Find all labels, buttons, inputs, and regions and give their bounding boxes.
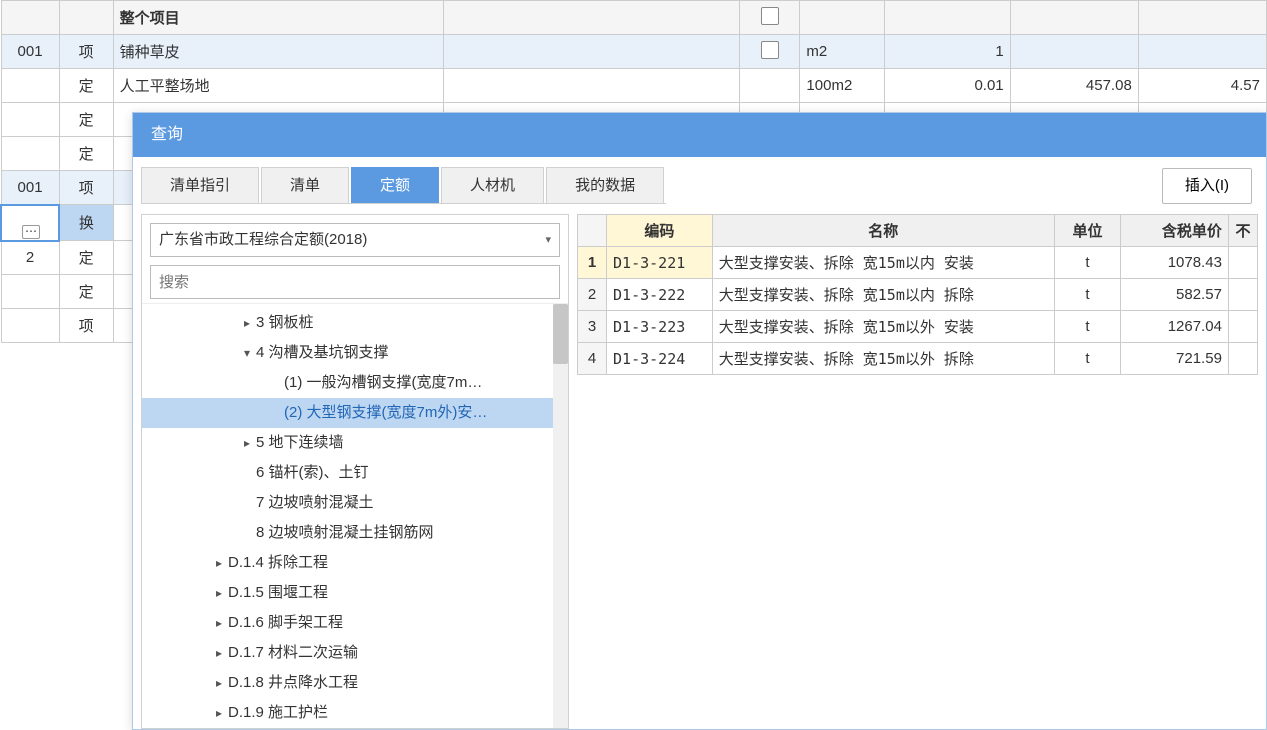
tree-item[interactable]: 6 锚杆(索)、土钉 bbox=[142, 458, 568, 488]
tree-item-label: D.1.6 脚手架工程 bbox=[228, 614, 343, 631]
tab-0[interactable]: 清单指引 bbox=[141, 167, 259, 203]
result-row[interactable]: 4D1-3-224大型支撑安装、拆除 宽15m以外 拆除t721.59 bbox=[578, 343, 1258, 375]
row-type: 定 bbox=[59, 69, 113, 103]
tree-item-label: 4 沟槽及基坑钢支撑 bbox=[256, 344, 389, 361]
result-name: 大型支撑安装、拆除 宽15m以外 安装 bbox=[712, 311, 1054, 343]
query-popup: 查询 清单指引清单定额人材机我的数据 插入(I) 广东省市政工程综合定额(201… bbox=[132, 112, 1267, 730]
section-header-row: 整个项目 bbox=[1, 1, 1267, 35]
tree-item[interactable]: ▸D.1.6 脚手架工程 bbox=[142, 608, 568, 638]
dropdown-value: 广东省市政工程综合定额(2018) bbox=[159, 223, 367, 257]
row-type: 定 bbox=[59, 275, 113, 309]
tree-item[interactable]: ▸D.1.8 井点降水工程 bbox=[142, 668, 568, 698]
row-num-input[interactable] bbox=[8, 206, 52, 223]
tree-item[interactable]: 8 边坡喷射混凝土挂钢筋网 bbox=[142, 518, 568, 548]
tab-1[interactable]: 清单 bbox=[261, 167, 349, 203]
tree-item-label: D.1.5 围堰工程 bbox=[228, 584, 328, 601]
result-row[interactable]: 1D1-3-221大型支撑安装、拆除 宽15m以内 安装t1078.43 bbox=[578, 247, 1258, 279]
tree-item[interactable]: ▸D.1.4 拆除工程 bbox=[142, 548, 568, 578]
chevron-right-icon[interactable]: ▸ bbox=[240, 308, 254, 338]
tree-item[interactable]: ▸3 钢板桩 bbox=[142, 308, 568, 338]
row-type: 项 bbox=[59, 35, 113, 69]
row-name: 人工平整场地 bbox=[113, 69, 443, 103]
chevron-right-icon[interactable]: ▸ bbox=[240, 428, 254, 458]
tree-item-label: D.1.7 材料二次运输 bbox=[228, 644, 358, 661]
row-checkbox[interactable] bbox=[761, 41, 779, 59]
tree-item[interactable]: (2) 大型钢支撑(宽度7m外)安… bbox=[142, 398, 568, 428]
section-title: 整个项目 bbox=[113, 1, 443, 35]
result-row[interactable]: 2D1-3-222大型支撑安装、拆除 宽15m以内 拆除t582.57 bbox=[578, 279, 1258, 311]
search-input[interactable] bbox=[159, 266, 551, 298]
col-price-header[interactable]: 含税单价 bbox=[1121, 215, 1229, 247]
tree-item-label: D.1.9 施工护栏 bbox=[228, 704, 328, 721]
tree-item[interactable]: (1) 一般沟槽钢支撑(宽度7m… bbox=[142, 368, 568, 398]
tab-4[interactable]: 我的数据 bbox=[546, 167, 664, 203]
tree-item[interactable]: ▸D.1.7 材料二次运输 bbox=[142, 638, 568, 668]
chevron-right-icon[interactable]: ▸ bbox=[212, 548, 226, 578]
insert-button[interactable]: 插入(I) bbox=[1162, 168, 1252, 204]
tree-item[interactable]: 7 边坡喷射混凝土 bbox=[142, 488, 568, 518]
tree-item-label: D.1.8 井点降水工程 bbox=[228, 674, 358, 691]
col-unit-header[interactable]: 单位 bbox=[1054, 215, 1120, 247]
result-code: D1-3-223 bbox=[607, 311, 713, 343]
result-code: D1-3-224 bbox=[607, 343, 713, 375]
tree-item[interactable]: ▸5 地下连续墙 bbox=[142, 428, 568, 458]
chevron-right-icon[interactable]: ▸ bbox=[212, 578, 226, 608]
tree-item-label: (1) 一般沟槽钢支撑(宽度7m… bbox=[284, 374, 482, 391]
result-code: D1-3-222 bbox=[607, 279, 713, 311]
chevron-right-icon[interactable]: ▸ bbox=[212, 638, 226, 668]
norm-dropdown[interactable]: 广东省市政工程综合定额(2018) ▾ bbox=[150, 223, 560, 257]
result-name: 大型支撑安装、拆除 宽15m以内 安装 bbox=[712, 247, 1054, 279]
row-type: 定 bbox=[59, 137, 113, 171]
ellipsis-icon[interactable]: ⋯ bbox=[22, 225, 40, 239]
row-type: 项 bbox=[59, 171, 113, 205]
row-name: 铺种草皮 bbox=[113, 35, 443, 69]
tree-item-label: 8 边坡喷射混凝土挂钢筋网 bbox=[256, 524, 434, 541]
tabs-row: 清单指引清单定额人材机我的数据 插入(I) bbox=[141, 167, 1258, 204]
tree-scrollbar[interactable] bbox=[553, 304, 568, 728]
tree-item-label: 7 边坡喷射混凝土 bbox=[256, 494, 374, 511]
section-checkbox[interactable] bbox=[761, 7, 779, 25]
result-name: 大型支撑安装、拆除 宽15m以外 拆除 bbox=[712, 343, 1054, 375]
table-row[interactable]: 定人工平整场地100m20.01457.084.57 bbox=[1, 69, 1267, 103]
left-tree-pane: 广东省市政工程综合定额(2018) ▾ ▸3 钢板桩▾4 沟槽及基坑钢支撑(1)… bbox=[141, 214, 569, 729]
chevron-right-icon[interactable]: ▸ bbox=[212, 698, 226, 728]
result-name: 大型支撑安装、拆除 宽15m以内 拆除 bbox=[712, 279, 1054, 311]
row-type: 定 bbox=[59, 241, 113, 275]
result-code: D1-3-221 bbox=[607, 247, 713, 279]
tree-item-label: 3 钢板桩 bbox=[256, 314, 314, 331]
tree-item-label: 6 锚杆(索)、土钉 bbox=[256, 464, 369, 481]
results-table: 编码 名称 单位 含税单价 不 1D1-3-221大型支撑安装、拆除 宽15m以… bbox=[577, 214, 1258, 375]
popup-title: 查询 bbox=[133, 113, 1266, 157]
tree-item-label: (2) 大型钢支撑(宽度7m外)安… bbox=[284, 404, 487, 421]
chevron-down-icon: ▾ bbox=[545, 223, 551, 257]
tree-item[interactable]: ▸D.1.5 围堰工程 bbox=[142, 578, 568, 608]
col-code-header[interactable]: 编码 bbox=[607, 215, 713, 247]
tree-item[interactable]: ▾4 沟槽及基坑钢支撑 bbox=[142, 338, 568, 368]
col-extra-header[interactable]: 不 bbox=[1228, 215, 1257, 247]
tree-item-label: D.1.4 拆除工程 bbox=[228, 554, 328, 571]
chevron-right-icon[interactable]: ▸ bbox=[212, 608, 226, 638]
tab-2[interactable]: 定额 bbox=[351, 167, 439, 203]
chevron-down-icon[interactable]: ▾ bbox=[240, 338, 254, 368]
col-name-header[interactable]: 名称 bbox=[712, 215, 1054, 247]
search-box[interactable] bbox=[150, 265, 560, 299]
row-type: 换 bbox=[59, 205, 113, 241]
row-type: 定 bbox=[59, 103, 113, 137]
tab-3[interactable]: 人材机 bbox=[441, 167, 544, 203]
chevron-right-icon[interactable]: ▸ bbox=[212, 668, 226, 698]
category-tree: ▸3 钢板桩▾4 沟槽及基坑钢支撑(1) 一般沟槽钢支撑(宽度7m…(2) 大型… bbox=[142, 304, 568, 728]
table-row[interactable]: 001项铺种草皮m21 bbox=[1, 35, 1267, 69]
result-row[interactable]: 3D1-3-223大型支撑安装、拆除 宽15m以外 安装t1267.04 bbox=[578, 311, 1258, 343]
results-pane: 编码 名称 单位 含税单价 不 1D1-3-221大型支撑安装、拆除 宽15m以… bbox=[577, 214, 1258, 729]
tree-item[interactable]: ▸D.1.9 施工护栏 bbox=[142, 698, 568, 728]
row-type: 项 bbox=[59, 309, 113, 343]
tree-item-label: 5 地下连续墙 bbox=[256, 434, 344, 451]
